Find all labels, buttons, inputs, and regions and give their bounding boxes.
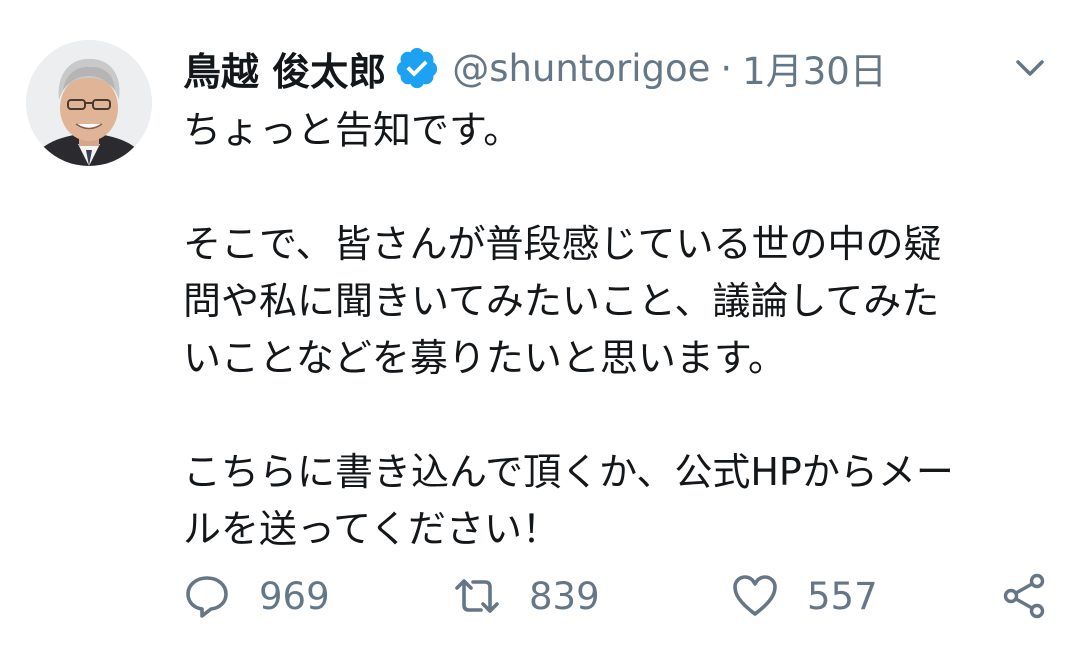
tweet-paragraph: ちょっと告知です。: [183, 108, 522, 152]
retweet-button[interactable]: 839: [453, 566, 600, 626]
retweet-count: 839: [529, 574, 600, 618]
verified-badge-icon: [394, 45, 440, 91]
reply-button[interactable]: 969: [183, 566, 330, 626]
share-icon: [1003, 573, 1045, 619]
tweet-paragraph: そこで、皆さんが普段感じている世の中の疑 問や私に聞きいてみたいこと、議論してみ…: [183, 222, 942, 380]
separator-dot: ·: [720, 46, 733, 90]
tweet-text: ちょっと告知です。 そこで、皆さんが普段感じている世の中の疑 問や私に聞きいてみ…: [183, 102, 1053, 558]
tweet-paragraph: こちらに書き込んで頂くか、公式HPからメー ルを送ってください！: [183, 450, 954, 551]
person-avatar: [26, 40, 152, 166]
author-name[interactable]: 鳥越 俊太郎: [183, 41, 386, 96]
like-count: 557: [807, 574, 878, 618]
retweet-icon: [455, 579, 499, 613]
reply-icon: [186, 576, 228, 618]
heart-icon: [733, 575, 777, 616]
share-button[interactable]: [1001, 566, 1049, 626]
tweet-date[interactable]: 1月30日: [742, 41, 887, 95]
tweet-actions: 969 839 557: [183, 566, 1063, 626]
reply-count: 969: [259, 574, 330, 618]
chevron-down-icon[interactable]: [1010, 48, 1050, 88]
avatar[interactable]: [26, 40, 152, 166]
author-handle[interactable]: @shuntorigoe: [452, 47, 710, 90]
like-button[interactable]: 557: [731, 566, 878, 626]
tweet-header: 鳥越 俊太郎 @shuntorigoe · 1月30日: [183, 38, 1050, 98]
